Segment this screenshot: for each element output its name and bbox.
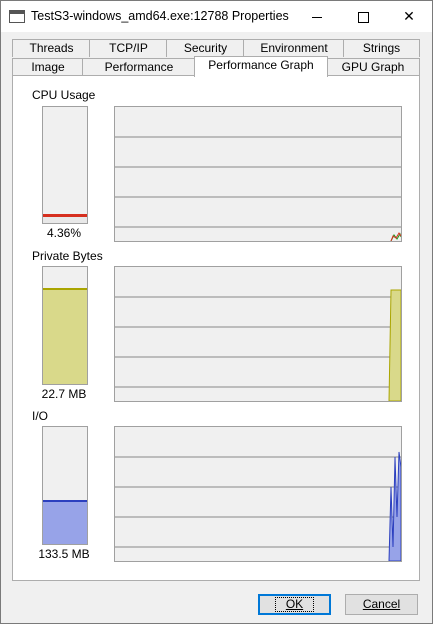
io-area bbox=[388, 451, 401, 561]
io-meter bbox=[42, 426, 88, 545]
tab-environment[interactable]: Environment bbox=[243, 39, 345, 57]
maximize-icon bbox=[357, 11, 369, 23]
private-bytes-graph-plot bbox=[115, 289, 401, 401]
cpu-usage-meter bbox=[42, 106, 88, 224]
private-bytes-area bbox=[388, 289, 401, 401]
tab-threads[interactable]: Threads bbox=[12, 39, 91, 57]
cpu-usage-value: 4.36% bbox=[46, 226, 82, 240]
private-bytes-meter bbox=[42, 266, 88, 385]
tab-security[interactable]: Security bbox=[166, 39, 245, 57]
ok-button[interactable]: OK bbox=[258, 594, 331, 615]
io-label: I/O bbox=[32, 409, 49, 423]
maximize-button[interactable] bbox=[340, 1, 386, 32]
private-bytes-graph bbox=[114, 266, 402, 402]
private-bytes-meter-fill bbox=[43, 288, 87, 384]
performance-graph-panel: CPU Usage 4.36% Private Bytes 22.7 MB I/… bbox=[12, 75, 420, 581]
ok-button-label: OK bbox=[274, 597, 315, 612]
minimize-icon bbox=[312, 16, 322, 18]
tab-tcpip[interactable]: TCP/IP bbox=[89, 39, 168, 57]
close-icon: ✕ bbox=[403, 8, 415, 24]
io-graph bbox=[114, 426, 402, 562]
properties-window: TestS3-windows_amd64.exe:12788 Propertie… bbox=[0, 0, 433, 624]
cpu-usage-graph bbox=[114, 106, 402, 242]
tab-gpu-graph[interactable]: GPU Graph bbox=[326, 58, 420, 76]
title-bar: TestS3-windows_amd64.exe:12788 Propertie… bbox=[1, 1, 432, 32]
tab-performance-graph[interactable]: Performance Graph bbox=[194, 56, 328, 77]
app-window-icon bbox=[9, 10, 25, 23]
tab-image[interactable]: Image bbox=[12, 58, 84, 76]
cpu-usage-meter-fill bbox=[43, 214, 87, 223]
io-meter-fill bbox=[43, 499, 87, 544]
cancel-button-label: Cancel bbox=[362, 597, 401, 611]
cancel-button[interactable]: Cancel bbox=[345, 594, 418, 615]
cpu-usage-graph-plot bbox=[115, 136, 401, 241]
tab-strings[interactable]: Strings bbox=[343, 39, 420, 57]
private-bytes-value: 22.7 MB bbox=[41, 387, 87, 401]
minimize-button[interactable] bbox=[294, 1, 340, 32]
close-button[interactable]: ✕ bbox=[386, 1, 432, 32]
tab-performance[interactable]: Performance bbox=[82, 58, 196, 76]
io-value: 133.5 MB bbox=[38, 547, 90, 561]
private-bytes-label: Private Bytes bbox=[32, 249, 103, 263]
cpu-usage-label: CPU Usage bbox=[32, 88, 96, 102]
window-title: TestS3-windows_amd64.exe:12788 Propertie… bbox=[31, 9, 289, 23]
io-graph-plot bbox=[115, 451, 401, 561]
